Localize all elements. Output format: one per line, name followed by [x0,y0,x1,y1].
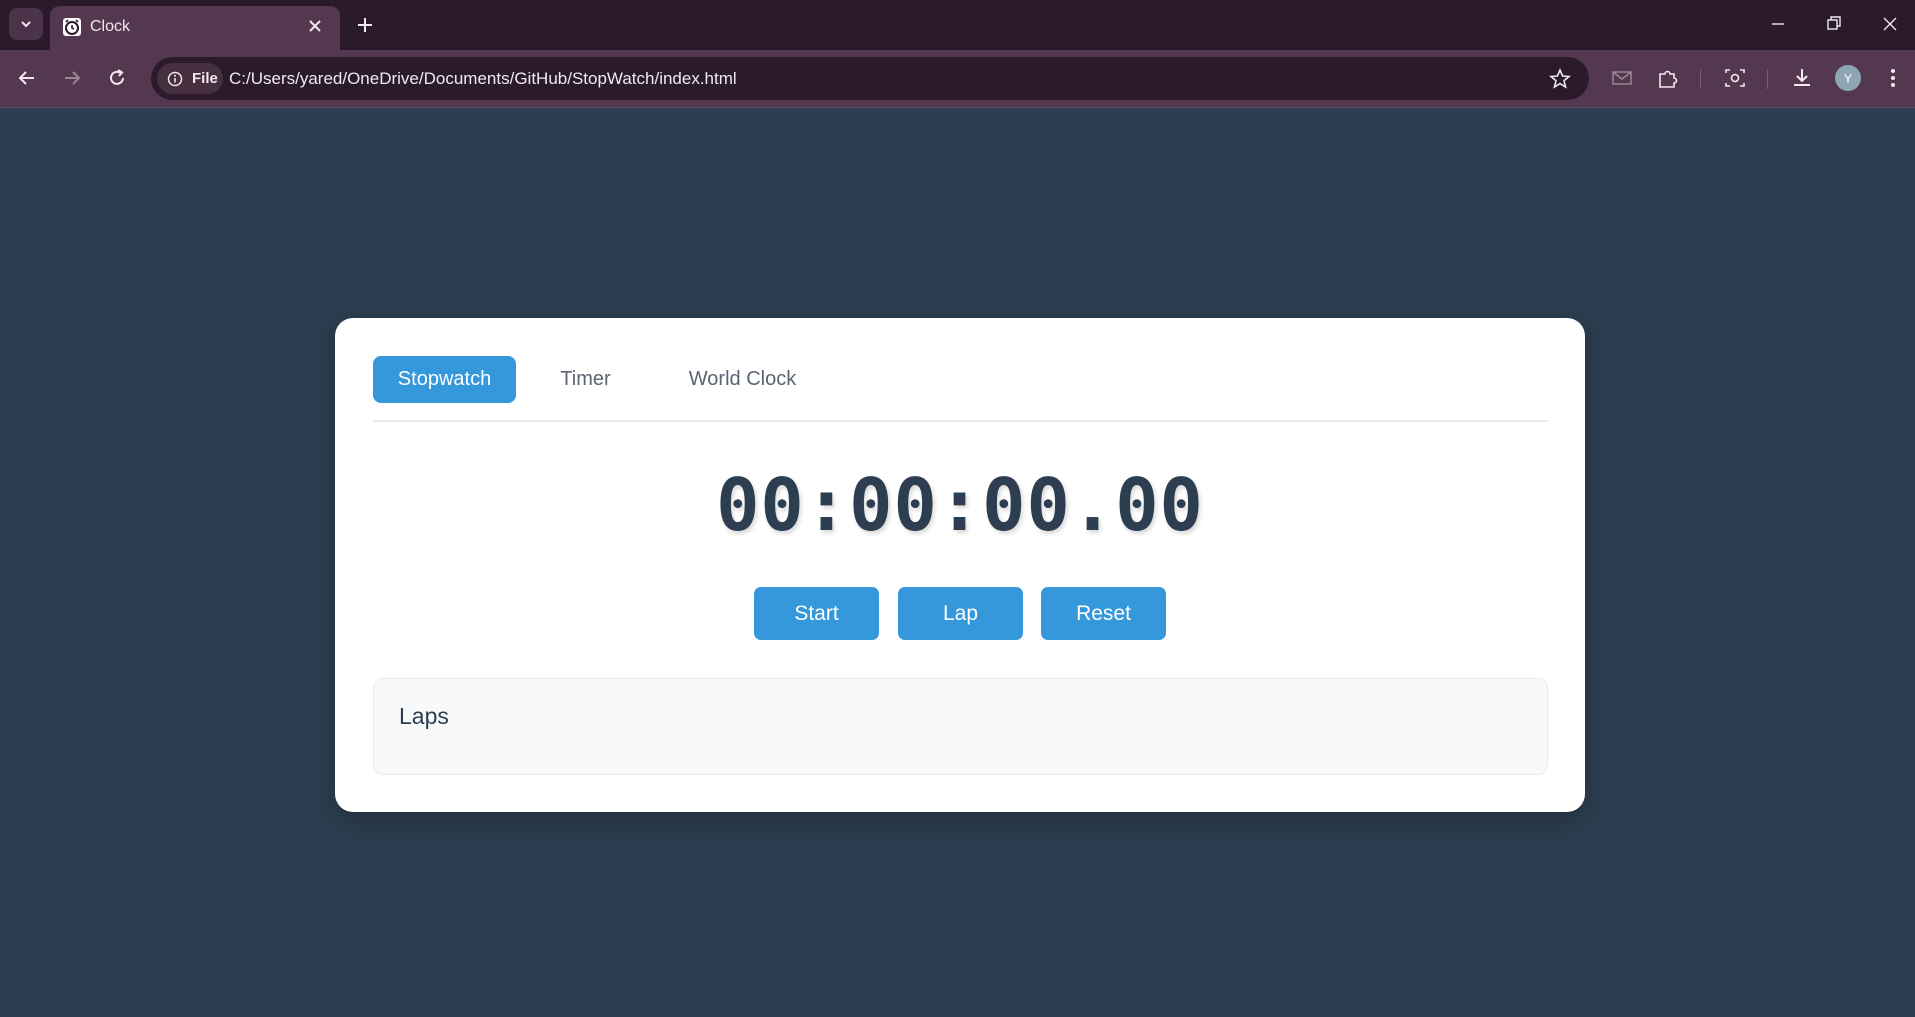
extensions-puzzle-icon[interactable] [1655,65,1681,91]
mode-tabs: Stopwatch Timer World Clock [373,356,1548,422]
screenshot-camera-icon[interactable] [1722,65,1748,91]
info-icon [167,71,183,87]
lap-button[interactable]: Lap [898,587,1023,640]
clock-app-card: Stopwatch Timer World Clock 00:00:00.00 … [335,318,1585,812]
chevron-down-icon [21,21,31,28]
tab-world-clock[interactable]: World Clock [655,356,830,403]
laps-heading: Laps [399,703,449,729]
browser-toolbar: File C:/Users/yared/OneDrive/Documents/G… [0,50,1915,108]
new-tab-plus-icon[interactable] [353,13,377,37]
tab-stopwatch[interactable]: Stopwatch [373,356,516,403]
browser-tabstrip: Clock [0,0,1915,50]
laps-panel: Laps [373,678,1548,775]
site-info-chip[interactable]: File [157,63,223,94]
site-chip-label: File [192,70,218,87]
browser-tab-active[interactable]: Clock [50,6,340,50]
reload-icon[interactable] [105,66,129,90]
mail-icon[interactable] [1609,65,1635,91]
forward-arrow-icon[interactable] [60,66,84,90]
start-button[interactable]: Start [754,587,879,640]
toolbar-separator [1700,69,1701,89]
more-menu-icon[interactable] [1880,65,1906,91]
tab-title: Clock [90,18,131,35]
restore-icon[interactable] [1822,12,1846,36]
toolbar-separator [1767,69,1768,89]
minimize-icon[interactable] [1766,12,1790,36]
address-bar[interactable]: File C:/Users/yared/OneDrive/Documents/G… [151,57,1589,100]
clock-favicon-icon [63,18,81,36]
download-icon[interactable] [1789,65,1815,91]
close-icon[interactable] [305,16,325,36]
back-arrow-icon[interactable] [15,66,39,90]
url-text[interactable]: C:/Users/yared/OneDrive/Documents/GitHub… [229,69,737,89]
tab-timer[interactable]: Timer [516,356,655,403]
stopwatch-time-display: 00:00:00.00 [716,463,1204,547]
window-close-icon[interactable] [1878,12,1902,36]
tab-search-button[interactable] [9,8,43,40]
profile-avatar[interactable]: Y [1835,65,1861,91]
reset-button[interactable]: Reset [1041,587,1166,640]
bookmark-star-icon[interactable] [1548,67,1572,91]
